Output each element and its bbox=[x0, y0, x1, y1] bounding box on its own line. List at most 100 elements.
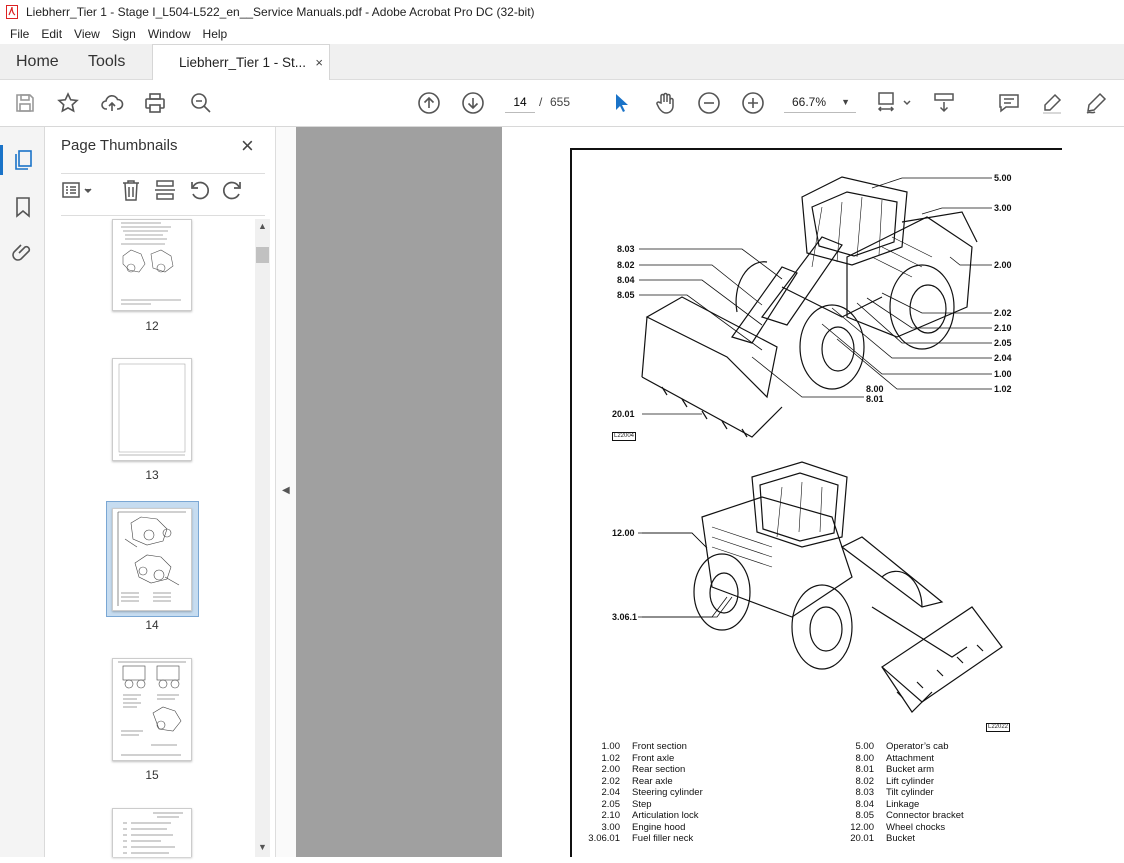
legend-name: Tilt cylinder bbox=[886, 787, 934, 798]
page-separator: / bbox=[539, 95, 543, 109]
legend-code: 20.01 bbox=[850, 833, 874, 844]
page-thumbnail-13[interactable] bbox=[112, 358, 192, 461]
legend-code: 8.01 bbox=[855, 764, 875, 775]
legend-name: Front section bbox=[632, 741, 687, 752]
legend-name: Rear axle bbox=[632, 775, 673, 787]
tab-tools[interactable]: Tools bbox=[88, 44, 125, 80]
scroll-mode-icon[interactable] bbox=[932, 91, 956, 115]
panel-close-icon[interactable]: × bbox=[241, 133, 254, 159]
page-thumbnail-15[interactable] bbox=[112, 658, 192, 761]
attachment-icon[interactable] bbox=[11, 241, 35, 265]
tab-bar: Home Tools Liebherr_Tier 1 - St... × bbox=[0, 44, 1124, 81]
tab-close-icon[interactable]: × bbox=[315, 45, 323, 81]
legend-code: 8.03 bbox=[855, 787, 875, 798]
menu-view[interactable]: View bbox=[68, 27, 106, 41]
legend-left-names: Front section Front axle Rear section Re… bbox=[632, 741, 703, 845]
legend-code: 1.02 bbox=[601, 752, 621, 764]
sign-pen-icon[interactable] bbox=[1084, 91, 1108, 115]
thumbnail-number: 14 bbox=[145, 618, 159, 632]
legend-left-codes: 1.00 1.02 2.00 2.02 2.04 2.05 2.10 3.00 … bbox=[584, 741, 620, 845]
page-total: 655 bbox=[550, 95, 571, 109]
page-number-input[interactable] bbox=[505, 91, 535, 113]
zoom-in-icon[interactable] bbox=[741, 91, 765, 115]
zoom-out-icon[interactable] bbox=[697, 91, 721, 115]
legend-name: Operator’s cab bbox=[886, 741, 949, 752]
legend-code: 5.00 bbox=[855, 741, 875, 752]
chevron-down-icon: ▼ bbox=[841, 97, 850, 107]
hand-tool-icon[interactable] bbox=[653, 91, 677, 115]
legend-name: Fuel filler neck bbox=[632, 833, 694, 844]
legend-name: Linkage bbox=[886, 798, 920, 810]
legend-code: 2.02 bbox=[601, 775, 621, 787]
tab-document[interactable]: Liebherr_Tier 1 - St... × bbox=[152, 44, 330, 81]
legend-code: 2.00 bbox=[601, 764, 621, 775]
upload-cloud-icon[interactable] bbox=[100, 91, 124, 115]
thumbnail-options-icon[interactable] bbox=[61, 180, 95, 202]
menu-edit[interactable]: Edit bbox=[35, 27, 68, 41]
rotate-right-icon[interactable] bbox=[221, 178, 245, 202]
panel-splitter[interactable]: ◀ bbox=[275, 127, 296, 857]
legend-name: Step bbox=[632, 798, 652, 810]
legend-name: Rear section bbox=[632, 764, 686, 775]
collapse-arrow-icon[interactable]: ◀ bbox=[282, 485, 290, 496]
window-title: Liebherr_Tier 1 - Stage I_L504-L522_en__… bbox=[26, 5, 535, 19]
page-fit-icon[interactable] bbox=[876, 91, 912, 115]
thumbnails-panel: Page Thumbnails × 12 13 14 15 bbox=[45, 127, 275, 857]
tab-document-label: Liebherr_Tier 1 - St... bbox=[179, 55, 307, 70]
page-thumbnail-12[interactable] bbox=[112, 219, 192, 311]
legend-code: 8.05 bbox=[855, 810, 875, 821]
menu-file[interactable]: File bbox=[4, 27, 35, 41]
select-cursor-icon[interactable] bbox=[609, 91, 633, 115]
acrobat-icon bbox=[6, 5, 18, 19]
tab-home[interactable]: Home bbox=[16, 44, 59, 80]
panel-divider bbox=[61, 173, 265, 174]
page-thumbnails-icon[interactable] bbox=[11, 148, 35, 172]
legend-code: 2.05 bbox=[601, 798, 621, 810]
panel-title: Page Thumbnails bbox=[61, 137, 178, 154]
delete-icon[interactable] bbox=[120, 178, 142, 202]
print-icon[interactable] bbox=[143, 91, 167, 115]
legend-code: 2.10 bbox=[601, 810, 621, 821]
page-thumbnail-16[interactable] bbox=[112, 808, 192, 857]
navigation-rail bbox=[0, 127, 45, 857]
thumbnail-scrollbar[interactable]: ▲ ▼ bbox=[255, 219, 270, 857]
panel-divider bbox=[61, 215, 265, 216]
thumbnail-number: 15 bbox=[145, 768, 159, 782]
save-icon[interactable] bbox=[13, 91, 37, 115]
scroll-down-icon[interactable]: ▼ bbox=[255, 840, 270, 855]
menu-help[interactable]: Help bbox=[197, 27, 234, 41]
rotate-left-icon[interactable] bbox=[187, 178, 211, 202]
legend-right-codes: 5.00 8.00 8.01 8.02 8.03 8.04 8.05 12.00… bbox=[836, 741, 874, 845]
star-icon[interactable] bbox=[56, 91, 80, 115]
zoom-select[interactable]: 66.7% ▼ bbox=[784, 91, 856, 113]
legend-name: Bucket bbox=[886, 833, 916, 844]
legend-name: Bucket arm bbox=[886, 764, 935, 775]
legend-name: Articulation lock bbox=[632, 810, 699, 821]
menu-sign[interactable]: Sign bbox=[106, 27, 142, 41]
zoom-search-icon[interactable] bbox=[189, 91, 213, 115]
callout-label: 3.06.1 bbox=[612, 612, 638, 622]
scroll-up-icon[interactable]: ▲ bbox=[255, 219, 270, 234]
legend-name: Front axle bbox=[632, 752, 675, 764]
extract-pages-icon[interactable] bbox=[154, 178, 176, 202]
legend-name: Connector bracket bbox=[886, 810, 964, 821]
legend-code: 3.06.01 bbox=[588, 833, 620, 844]
highlight-pen-icon[interactable] bbox=[1040, 91, 1064, 115]
legend-name: Lift cylinder bbox=[886, 775, 935, 787]
document-canvas bbox=[296, 127, 502, 857]
legend-code: 12.00 bbox=[850, 821, 874, 833]
scrollbar-thumb[interactable] bbox=[256, 247, 269, 263]
bookmark-icon[interactable] bbox=[11, 195, 35, 219]
title-bar: Liebherr_Tier 1 - Stage I_L504-L522_en__… bbox=[0, 0, 1124, 24]
legend-name: Wheel chocks bbox=[886, 821, 946, 833]
figure-code: L22022 bbox=[986, 723, 1011, 732]
legend-code: 3.00 bbox=[601, 821, 621, 833]
menu-window[interactable]: Window bbox=[142, 27, 197, 41]
page-thumbnail-14[interactable] bbox=[112, 508, 192, 611]
zoom-value: 66.7% bbox=[792, 95, 827, 109]
comment-icon[interactable] bbox=[997, 91, 1021, 115]
thumbnail-number: 12 bbox=[145, 319, 159, 333]
next-page-icon[interactable] bbox=[461, 91, 485, 115]
previous-page-icon[interactable] bbox=[417, 91, 441, 115]
legend-code: 8.00 bbox=[855, 752, 875, 764]
